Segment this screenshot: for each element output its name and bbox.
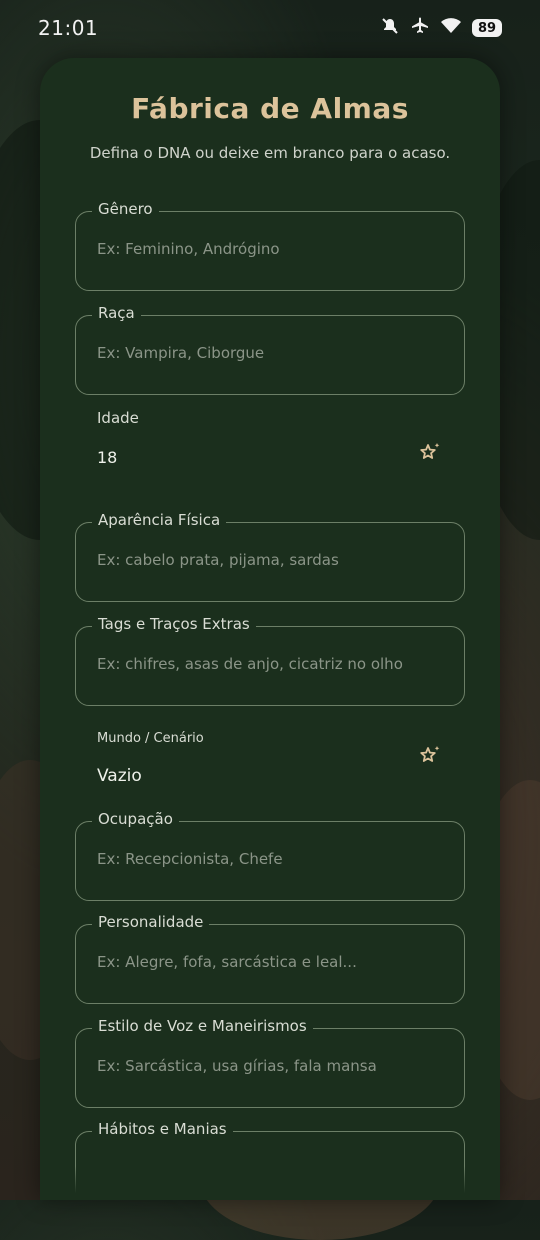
race-placeholder: Ex: Vampira, Ciborgue: [97, 344, 265, 362]
appearance-placeholder: Ex: cabelo prata, pijama, sardas: [97, 551, 339, 569]
randomize-world-sparkle-icon[interactable]: [418, 744, 442, 768]
occupation-field[interactable]: Ocupação Ex: Recepcionista, Chefe: [75, 810, 465, 901]
gender-label: Gênero: [92, 200, 159, 218]
gender-placeholder: Ex: Feminino, Andrógino: [97, 240, 280, 258]
world-label: Mundo / Cenário: [97, 731, 204, 746]
voice-style-placeholder: Ex: Sarcástica, usa gírias, fala mansa: [97, 1057, 377, 1075]
status-bar: 21:01 89: [0, 0, 540, 56]
page-subtitle: Defina o DNA ou deixe em branco para o a…: [89, 144, 451, 162]
status-time: 21:01: [38, 16, 99, 40]
age-value[interactable]: 18: [97, 448, 117, 467]
appearance-label: Aparência Física: [92, 511, 227, 529]
scroll-fade: [40, 1166, 500, 1200]
personality-placeholder: Ex: Alegre, fofa, sarcástica e leal...: [97, 953, 357, 971]
mute-icon: [380, 16, 400, 41]
gender-field[interactable]: Gênero Ex: Feminino, Andrógino: [75, 200, 465, 291]
world-value[interactable]: Vazio: [97, 766, 142, 786]
race-field[interactable]: Raça Ex: Vampira, Ciborgue: [75, 304, 465, 395]
voice-style-field[interactable]: Estilo de Voz e Maneirismos Ex: Sarcásti…: [75, 1017, 465, 1108]
appearance-field[interactable]: Aparência Física Ex: cabelo prata, pijam…: [75, 511, 465, 602]
personality-field[interactable]: Personalidade Ex: Alegre, fofa, sarcásti…: [75, 913, 465, 1004]
tags-label: Tags e Traços Extras: [92, 615, 256, 633]
habits-label: Hábitos e Manias: [92, 1120, 233, 1138]
randomize-age-sparkle-icon[interactable]: [418, 441, 442, 465]
status-icons: 89: [380, 16, 502, 41]
wifi-icon: [440, 17, 462, 40]
occupation-label: Ocupação: [92, 810, 179, 828]
race-label: Raça: [92, 304, 141, 322]
personality-label: Personalidade: [92, 913, 210, 931]
tags-placeholder: Ex: chifres, asas de anjo, cicatriz no o…: [97, 655, 403, 673]
battery-indicator: 89: [472, 19, 502, 37]
tags-field[interactable]: Tags e Traços Extras Ex: chifres, asas d…: [75, 615, 465, 706]
occupation-placeholder: Ex: Recepcionista, Chefe: [97, 850, 283, 868]
soul-factory-card: Fábrica de Almas Defina o DNA ou deixe e…: [40, 58, 500, 1200]
voice-style-label: Estilo de Voz e Maneirismos: [92, 1017, 313, 1035]
page-title: Fábrica de Almas: [131, 92, 409, 125]
age-label: Idade: [97, 409, 139, 427]
airplane-icon: [410, 16, 430, 41]
